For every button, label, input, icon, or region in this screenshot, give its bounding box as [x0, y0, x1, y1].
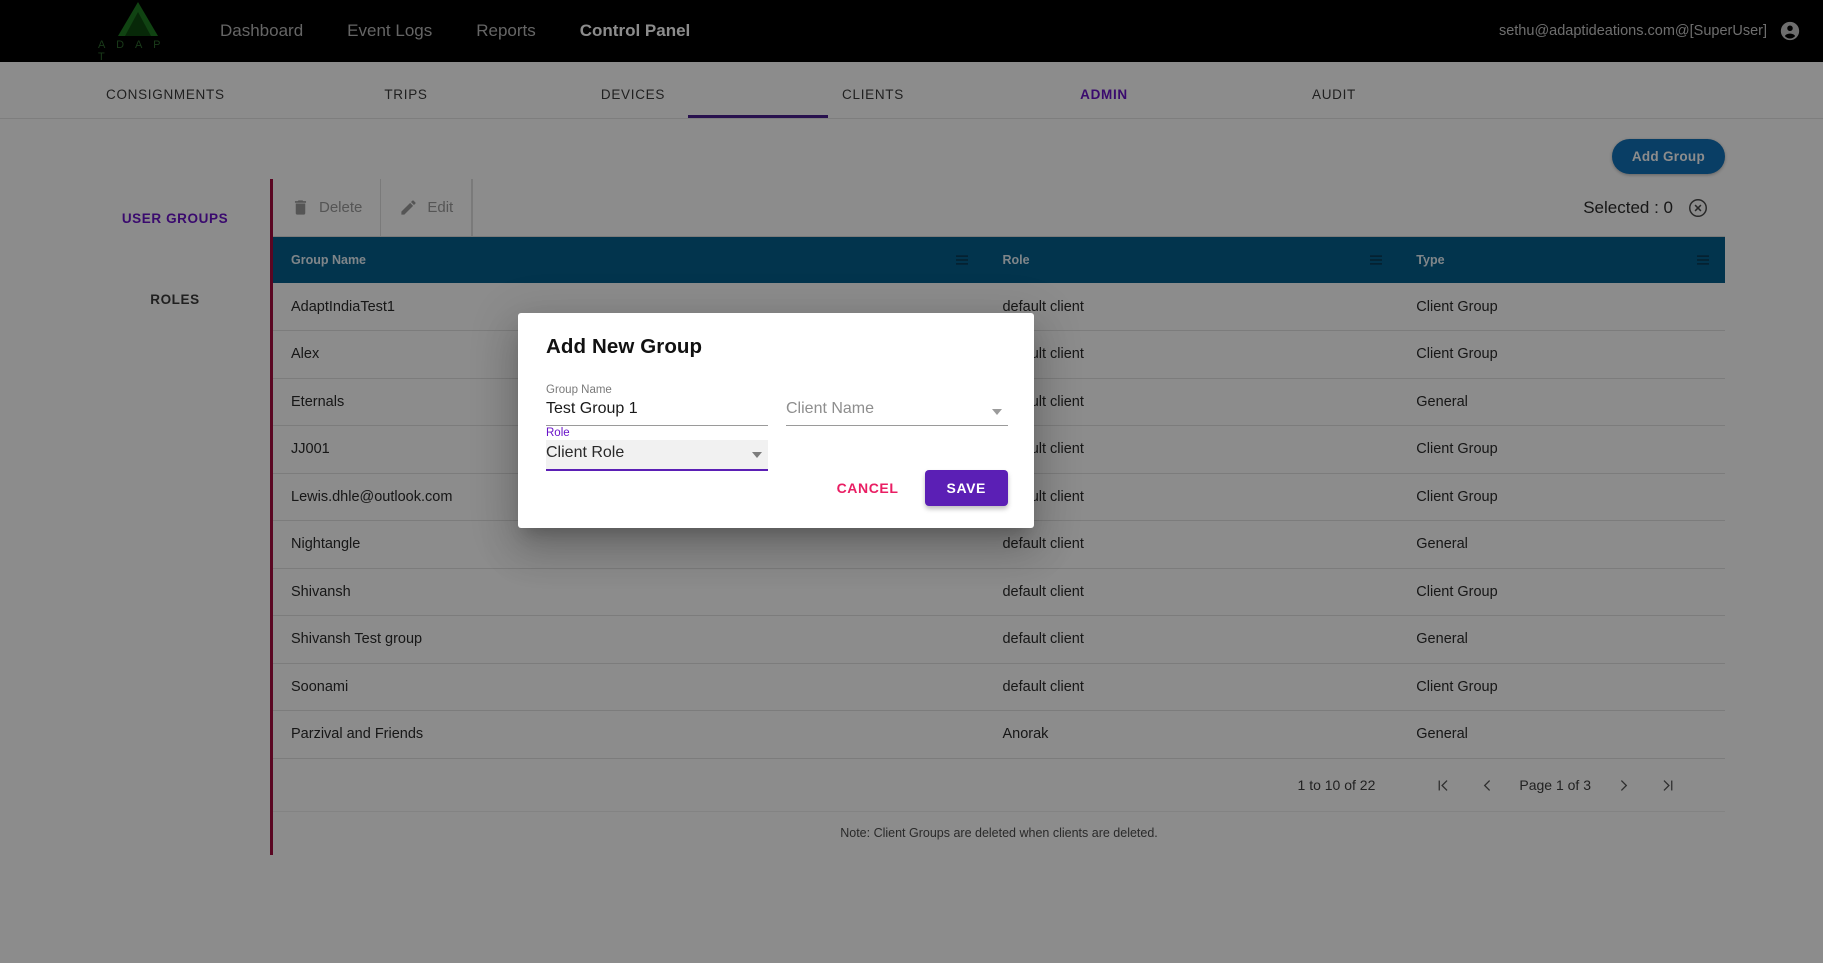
add-new-group-dialog: Add New Group Group Name Test Group 1 Ro…	[518, 313, 1034, 528]
cancel-button[interactable]: CANCEL	[833, 472, 903, 504]
client-name-spacer	[786, 383, 1008, 397]
role-select-value: Client Role	[546, 444, 625, 461]
role-label: Role	[546, 427, 570, 439]
save-button[interactable]: SAVE	[924, 470, 1008, 506]
dialog-form: Group Name Test Group 1 Role Client Role…	[546, 383, 1008, 471]
dialog-title: Add New Group	[546, 335, 703, 358]
client-name-placeholder: Client Name	[786, 400, 875, 417]
app-root: A D A P T Dashboard Event Logs Reports C…	[0, 0, 1823, 963]
role-select[interactable]: Client Role	[546, 440, 768, 471]
chevron-down-icon	[752, 452, 762, 458]
chevron-down-icon	[992, 409, 1002, 415]
left-field-column: Group Name Test Group 1 Role Client Role	[546, 383, 768, 471]
dialog-actions: CANCEL SAVE	[833, 470, 1008, 506]
group-name-label: Group Name	[546, 384, 612, 396]
client-name-select[interactable]: Client Name	[786, 397, 1008, 426]
group-name-input[interactable]: Test Group 1	[546, 397, 768, 426]
right-field-column: Client Name	[786, 383, 1008, 471]
